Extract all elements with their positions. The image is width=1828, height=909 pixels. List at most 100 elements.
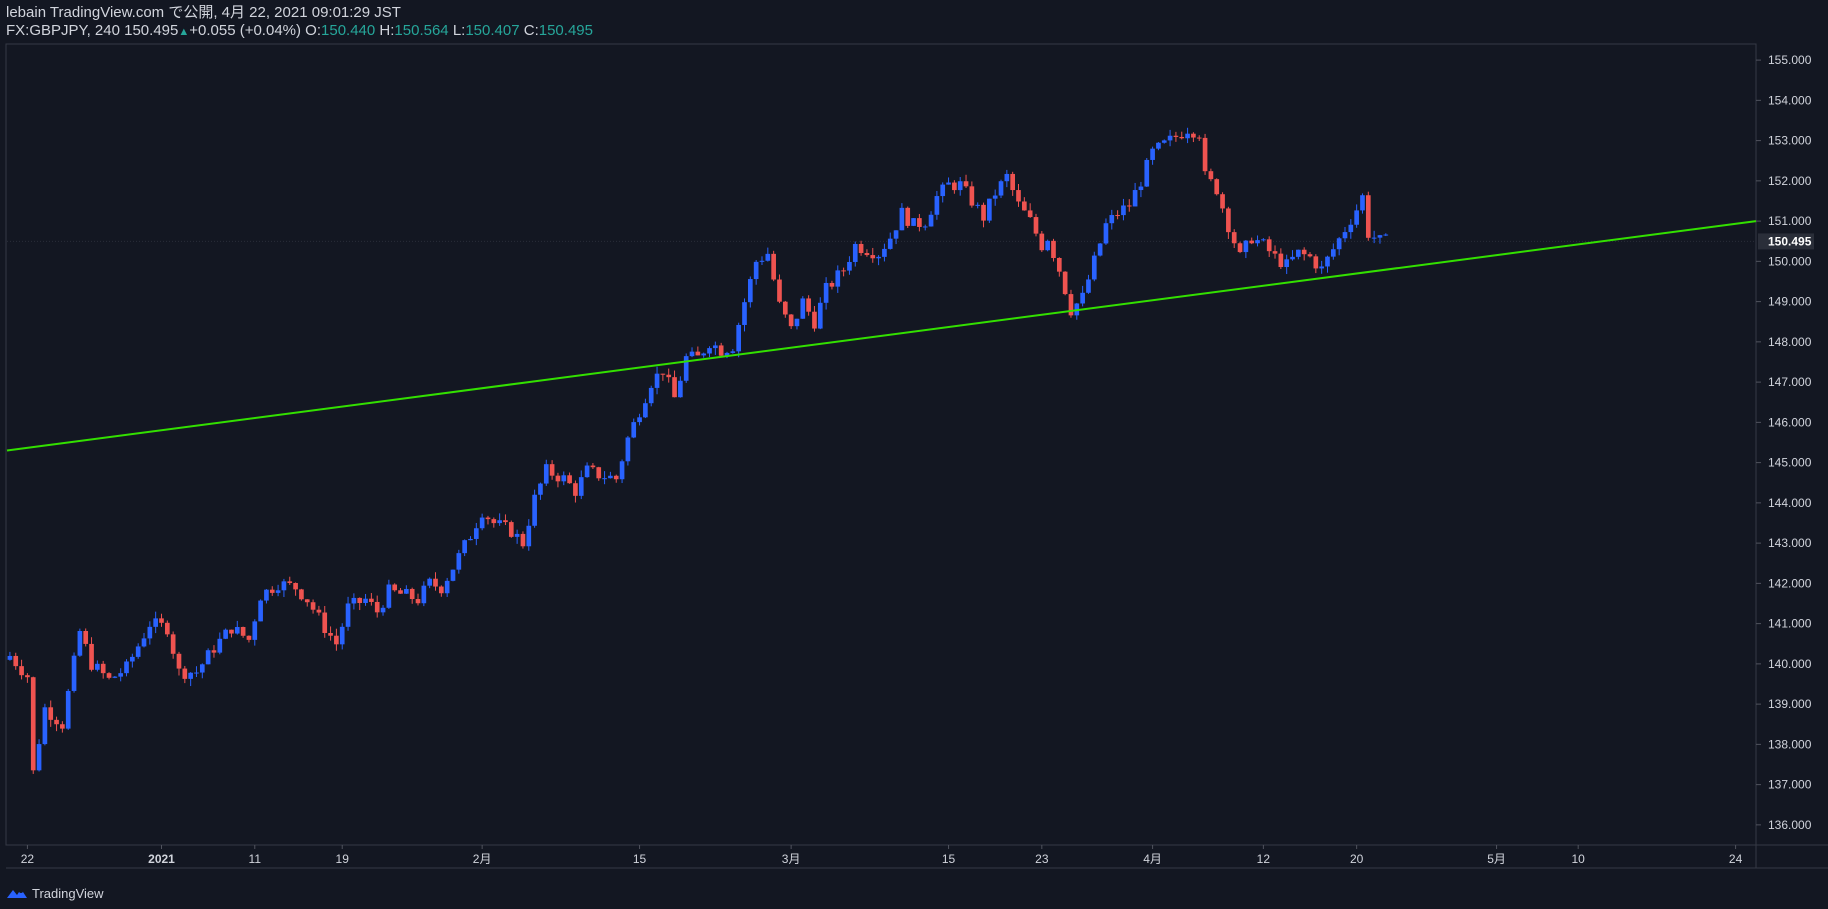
candle-body	[497, 520, 502, 524]
trendline-layer[interactable]	[6, 220, 1757, 452]
price-tick-label: 144.000	[1768, 496, 1812, 510]
candle-body	[957, 181, 963, 191]
plot-border	[5, 43, 1757, 846]
candle-body	[275, 590, 281, 593]
candle-body	[71, 655, 77, 691]
time-tick-label: 4月	[1143, 852, 1162, 866]
candle-body	[678, 380, 683, 398]
candle-body	[398, 590, 403, 594]
candle-body	[1377, 235, 1383, 238]
candle-body	[1185, 133, 1190, 139]
candle-body	[987, 198, 992, 221]
candle-body	[287, 581, 293, 583]
candle-body	[182, 668, 188, 679]
candle-body	[1167, 135, 1173, 141]
candle-body	[60, 724, 65, 729]
candle-body	[188, 672, 193, 679]
candle-body	[1202, 137, 1208, 172]
candle-body	[578, 477, 584, 496]
candle-body	[870, 255, 876, 259]
price-tick-label: 136.000	[1768, 818, 1812, 832]
candle-body	[508, 522, 514, 537]
candle-body	[339, 626, 345, 645]
candle-body	[1319, 266, 1324, 269]
candle-body	[234, 627, 240, 634]
candle-body	[625, 437, 631, 462]
price-tick-label: 146.000	[1768, 415, 1812, 429]
candle-body	[841, 270, 846, 272]
candle-body	[771, 253, 776, 280]
candle-body	[54, 719, 59, 725]
candle-body	[899, 207, 905, 231]
candle-body	[794, 318, 800, 327]
candle-body	[211, 650, 217, 653]
candle-body	[485, 517, 491, 520]
candle-body	[1097, 243, 1103, 256]
candle-body	[322, 612, 328, 633]
candle-body	[981, 204, 986, 221]
candle-body	[1173, 135, 1179, 137]
candle-body	[1051, 240, 1056, 258]
price-axis[interactable]: 136.000 137.000 138.000 139.000 140.000 141.0…	[1756, 53, 1814, 832]
candle-body	[847, 261, 852, 271]
time-tick-label: 3月	[782, 852, 801, 866]
footer-brand[interactable]: TradingView	[6, 885, 104, 901]
candle-body	[1080, 292, 1085, 304]
candle-body	[969, 186, 975, 206]
candle-body	[1360, 195, 1365, 211]
candle-body	[304, 599, 310, 603]
candle-body	[30, 677, 36, 771]
candle-body	[468, 538, 473, 541]
candle-body	[48, 707, 54, 720]
candles-layer	[7, 127, 1389, 774]
candle-body	[713, 345, 718, 349]
candle-body	[707, 348, 712, 354]
candle-body	[217, 638, 223, 653]
candle-body	[1150, 148, 1155, 160]
candle-body	[619, 461, 625, 480]
time-axis[interactable]: 22 2021 11 19 2月 15 3月 15 23 4月 12 20 5月 10 24	[21, 845, 1743, 866]
candle-body	[590, 465, 596, 468]
candle-body	[316, 609, 322, 613]
price-tick-label: 147.000	[1768, 375, 1812, 389]
time-tick-label: 23	[1035, 852, 1049, 866]
candle-body	[852, 243, 858, 262]
candle-body	[1156, 142, 1161, 149]
candle-body	[1033, 217, 1039, 234]
candle-body	[952, 182, 957, 191]
candle-body	[491, 519, 497, 524]
candle-body	[13, 655, 19, 667]
candle-body	[1231, 232, 1237, 244]
price-tick-label: 155.000	[1768, 53, 1812, 67]
candle-body	[823, 282, 829, 303]
time-tick-label: 2月	[473, 852, 492, 866]
candle-body	[409, 588, 415, 600]
candle-body	[928, 214, 934, 227]
candle-body	[992, 195, 998, 199]
candle-body	[753, 261, 759, 280]
support-trendline	[6, 220, 1757, 452]
candle-body	[817, 302, 823, 329]
candle-body	[264, 589, 269, 601]
candle-body	[608, 475, 613, 479]
candlestick-chart[interactable]: 136.000 137.000 138.000 139.000 140.000 141.0…	[0, 0, 1828, 909]
candle-body	[543, 464, 549, 484]
candle-body	[130, 656, 135, 662]
candle-body	[246, 635, 252, 640]
candle-body	[36, 744, 42, 771]
candle-body	[648, 387, 654, 404]
candle-body	[293, 582, 298, 590]
candle-body	[194, 672, 199, 674]
candle-body	[637, 417, 642, 423]
candle-body	[229, 629, 234, 634]
candle-body	[89, 643, 94, 670]
candle-body	[742, 302, 747, 325]
candle-body	[1354, 210, 1359, 225]
candle-body	[555, 475, 561, 482]
candle-body	[199, 664, 205, 673]
candle-body	[1237, 243, 1243, 253]
candle-body	[1220, 194, 1225, 209]
candle-body	[1278, 253, 1284, 268]
candle-body	[1103, 223, 1109, 244]
candle-body	[1121, 205, 1126, 216]
